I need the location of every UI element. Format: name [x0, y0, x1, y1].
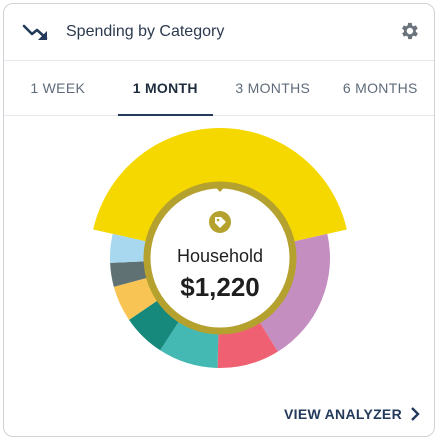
tag-icon	[209, 211, 231, 233]
tab-1-month[interactable]: 1 MONTH	[112, 61, 220, 116]
tab-6-months[interactable]: 6 MONTHS	[327, 61, 435, 115]
period-tabs: 1 WEEK 1 MONTH 3 MONTHS 6 MONTHS	[4, 60, 434, 116]
card-title: Spending by Category	[66, 23, 225, 40]
chevron-right-icon	[411, 407, 420, 421]
gear-icon[interactable]	[398, 20, 420, 42]
tab-1-week[interactable]: 1 WEEK	[4, 61, 112, 115]
selected-category-amount: $1,220	[180, 272, 260, 302]
selected-category-name: Household	[176, 246, 264, 266]
trend-down-icon	[22, 24, 48, 40]
tab-3-months[interactable]: 3 MONTHS	[219, 61, 327, 115]
view-analyzer-link[interactable]: VIEW ANALYZER	[284, 406, 420, 422]
spending-card: Spending by Category 1 WEEK 1 MONTH 3 MO…	[3, 3, 435, 437]
card-header: Spending by Category	[4, 4, 434, 60]
view-analyzer-label: VIEW ANALYZER	[284, 406, 402, 422]
